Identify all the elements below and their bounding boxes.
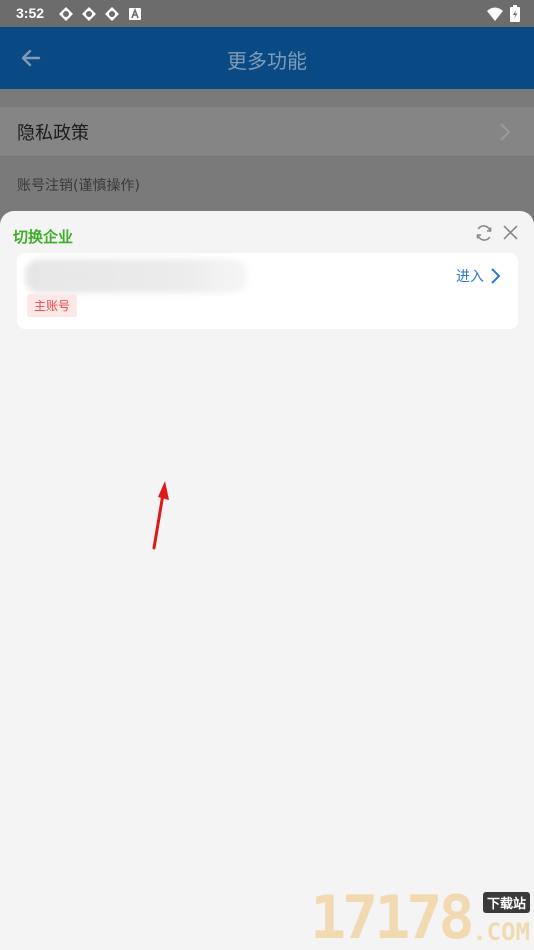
notification-icon	[105, 7, 119, 21]
enter-label: 进入	[456, 269, 484, 285]
status-bar: 3:52	[0, 0, 534, 27]
annotation-arrow-icon	[152, 481, 169, 550]
switch-company-sheet: 切换企业 进入 主账号	[0, 211, 534, 950]
site-watermark: 17178 下载站 .COM	[310, 888, 534, 950]
sheet-title: 切换企业	[13, 228, 74, 246]
watermark-tag: 下载站	[482, 892, 530, 913]
privacy-policy-row[interactable]: 隐私政策	[0, 107, 534, 157]
status-system-icons	[486, 5, 520, 22]
company-name-redacted	[25, 259, 247, 293]
status-notification-icons	[58, 6, 143, 22]
a-badge-icon	[129, 7, 141, 20]
battery-icon	[510, 5, 520, 22]
chevron-right-icon	[491, 268, 501, 284]
enter-button[interactable]: 进入	[456, 266, 502, 286]
notification-icon	[59, 7, 73, 21]
app-bar: 更多功能	[0, 27, 534, 89]
main-account-badge: 主账号	[27, 294, 78, 317]
watermark-domain: .COM	[472, 918, 530, 946]
wifi-icon	[487, 7, 503, 21]
privacy-policy-label: 隐私政策	[17, 123, 89, 144]
chevron-right-icon	[500, 123, 511, 141]
cancel-account-label[interactable]: 账号注销(谨慎操作)	[17, 175, 140, 195]
status-time: 3:52	[16, 5, 45, 21]
close-icon[interactable]	[502, 224, 519, 241]
company-card[interactable]: 进入 主账号	[17, 253, 518, 329]
watermark-digits: 17178	[310, 883, 475, 950]
refresh-icon[interactable]	[474, 223, 494, 243]
notification-icon	[82, 7, 96, 21]
background-menu: 隐私政策 账号注销(谨慎操作)	[0, 89, 534, 229]
page-title: 更多功能	[227, 49, 307, 73]
